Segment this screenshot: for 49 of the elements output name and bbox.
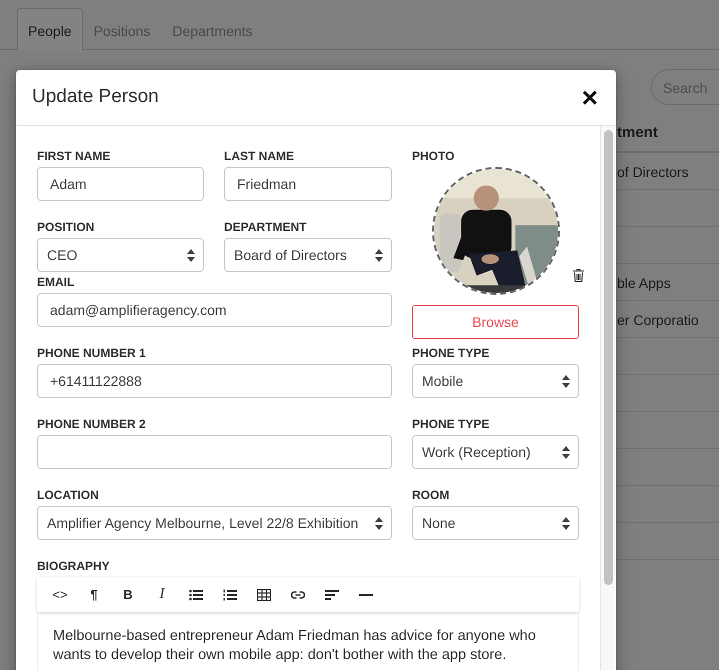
editor-text[interactable]: Melbourne-based entrepreneur Adam Friedman has advice for anyone who wants to develop their own mobile app: don't bother with the app store. bbox=[37, 612, 579, 670]
field-label: PHONE TYPE bbox=[412, 346, 490, 360]
toolbar-button[interactable]: <> bbox=[43, 580, 77, 608]
toolbar-button[interactable]: B bbox=[111, 580, 145, 608]
dropdown-field[interactable]: None bbox=[412, 506, 579, 540]
updown-icon bbox=[375, 248, 383, 262]
dropdown-field[interactable]: CEO bbox=[37, 238, 204, 272]
field-label: POSITION bbox=[37, 220, 96, 234]
modal-title: Update Person bbox=[32, 85, 159, 110]
input-field[interactable]: Adam bbox=[37, 167, 204, 201]
updown-icon bbox=[562, 374, 570, 388]
field-label: LAST NAME bbox=[224, 149, 295, 163]
toolbar-button[interactable]: ¶ bbox=[77, 580, 111, 608]
input-field[interactable]: +61411122888 bbox=[37, 364, 392, 398]
dropdown-field[interactable]: Work (Reception) bbox=[412, 435, 579, 469]
dropdown-field[interactable]: Board of Directors bbox=[224, 238, 392, 272]
close-button[interactable]: × bbox=[580, 84, 600, 112]
updown-icon bbox=[562, 446, 570, 458]
updown-icon bbox=[375, 516, 383, 530]
table-cell: er Corporatio bbox=[617, 312, 699, 328]
scrollbar[interactable] bbox=[600, 126, 616, 670]
table-cell: ble Apps bbox=[617, 275, 671, 291]
field-label: PHONE TYPE bbox=[412, 417, 490, 431]
dropdown-field[interactable]: Amplifier Agency Melbourne, Level 22/8 Exhibition bbox=[37, 506, 392, 540]
field-label: PHOTO bbox=[412, 149, 456, 163]
bulleted-list-icon[interactable] bbox=[189, 588, 203, 600]
input-field[interactable]: adam@amplifieragency.com bbox=[37, 293, 392, 327]
dropdown-field[interactable]: Mobile bbox=[412, 364, 579, 398]
field-label: PHONE NUMBER 1 bbox=[37, 346, 147, 360]
toolbar-button[interactable]: I bbox=[145, 580, 179, 608]
field-label: EMAIL bbox=[37, 275, 76, 289]
field-label: BIOGRAPHY bbox=[37, 559, 111, 573]
input-field[interactable] bbox=[37, 435, 392, 469]
field-label: ROOM bbox=[412, 488, 450, 502]
align-left-icon[interactable] bbox=[325, 588, 339, 600]
field-label: LOCATION bbox=[37, 488, 100, 502]
trash-icon[interactable] bbox=[573, 269, 584, 282]
field-label: PHONE NUMBER 2 bbox=[37, 417, 147, 431]
link-icon[interactable] bbox=[291, 588, 305, 600]
table-icon[interactable] bbox=[257, 588, 271, 600]
browse-button[interactable]: Browse bbox=[412, 305, 579, 339]
updown-icon bbox=[187, 248, 195, 262]
numbered-list-icon[interactable] bbox=[223, 588, 237, 600]
tab[interactable]: People bbox=[17, 8, 83, 51]
input-field[interactable]: Friedman bbox=[224, 167, 392, 201]
table-cell: of Directors bbox=[617, 164, 689, 180]
field-label: FIRST NAME bbox=[37, 149, 112, 163]
updown-icon bbox=[562, 516, 570, 530]
field-label: DEPARTMENT bbox=[224, 220, 308, 234]
